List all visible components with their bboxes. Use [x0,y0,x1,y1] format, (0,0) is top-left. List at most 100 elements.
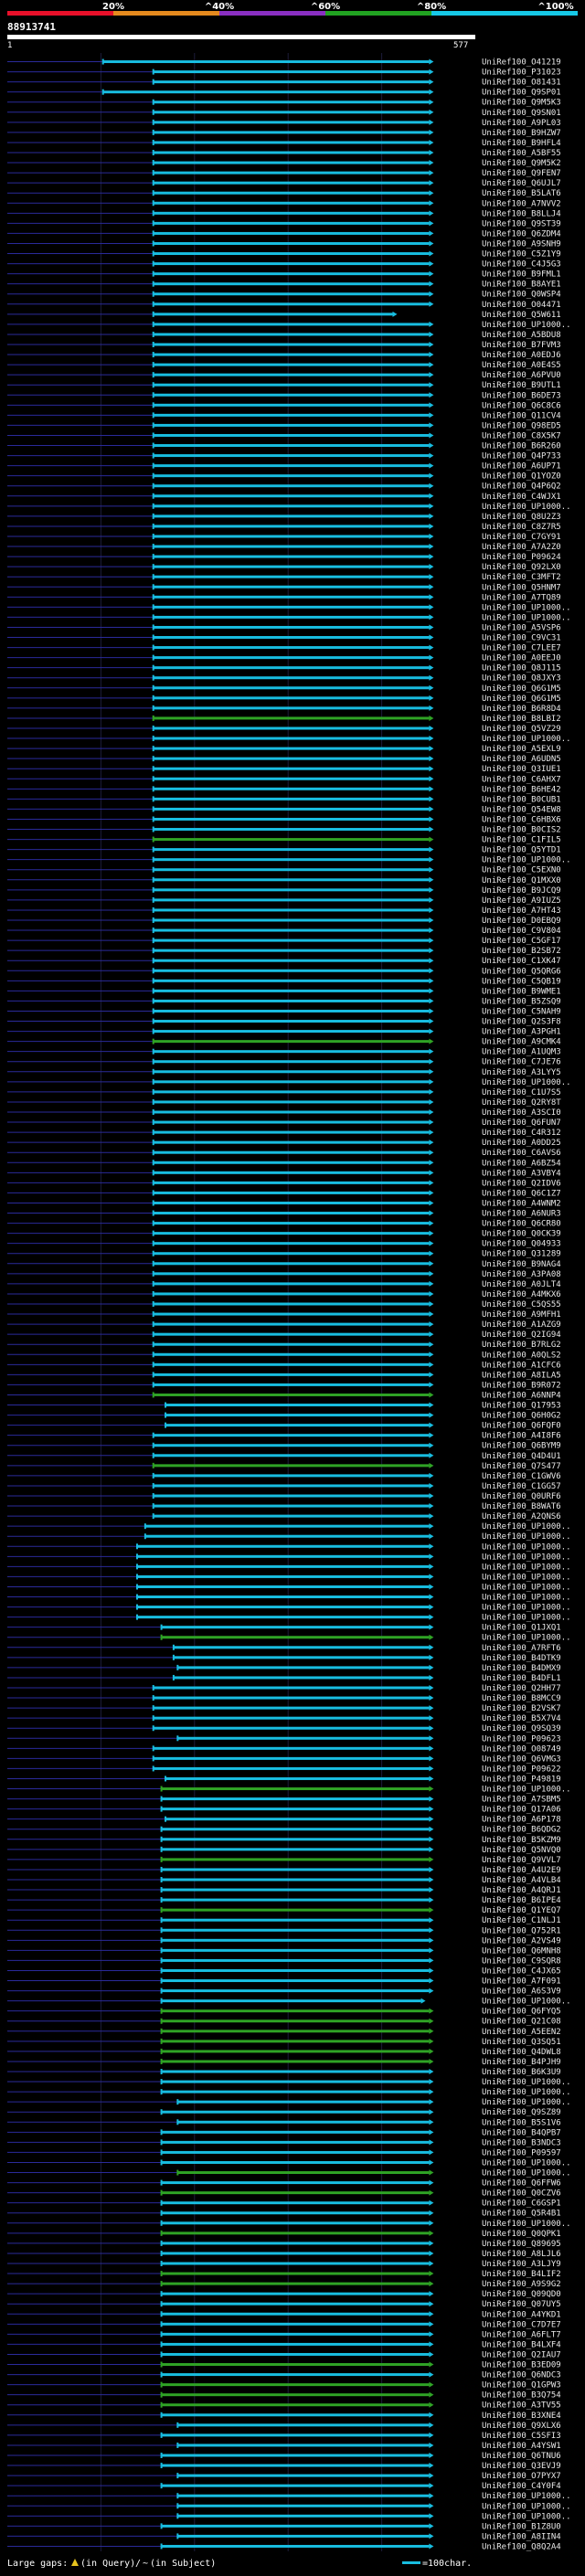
hit-label[interactable]: UniRef100_Q6UJL7 [482,179,561,188]
hit-label[interactable]: UniRef100_C5Z1Y9 [482,250,561,260]
hit-label[interactable]: UniRef100_Q6G1M5 [482,684,561,694]
hit-label[interactable]: UniRef100_UP1000.. [482,1553,571,1562]
hit-label[interactable]: UniRef100_C7LEE7 [482,644,561,653]
hit-label[interactable]: UniRef100_Q54EW8 [482,805,561,814]
hit-label[interactable]: UniRef100_A6FLT7 [482,2330,561,2339]
hit-label[interactable]: UniRef100_UP1000.. [482,613,571,622]
hit-label[interactable]: UniRef100_Q9SN01 [482,109,561,118]
hit-label[interactable]: UniRef100_A4YKD1 [482,2310,561,2319]
hit-label[interactable]: UniRef100_O41219 [482,58,561,68]
hit-label[interactable]: UniRef100_A6UP71 [482,462,561,472]
hit-label[interactable]: UniRef100_Q07UY5 [482,2300,561,2309]
hit-label[interactable]: UniRef100_B7FVM3 [482,341,561,350]
hit-label[interactable]: UniRef100_C4JX65 [482,1966,561,1976]
hit-label[interactable]: UniRef100_A1AZG9 [482,1320,561,1330]
hit-label[interactable]: UniRef100_Q0CK39 [482,1230,561,1239]
hit-label[interactable]: UniRef100_C5SFI3 [482,2432,561,2441]
hit-label[interactable]: UniRef100_C9V804 [482,927,561,936]
hit-label[interactable]: UniRef100_A6S3V9 [482,1988,561,1997]
hit-label[interactable]: UniRef100_Q9SZ89 [482,2108,561,2117]
hit-label[interactable]: UniRef100_UP1000.. [482,1614,571,1623]
hit-label[interactable]: UniRef100_A7HT43 [482,906,561,916]
hit-label[interactable]: UniRef100_A6BZ54 [482,1159,561,1168]
hit-label[interactable]: UniRef100_C6AHX7 [482,775,561,784]
hit-label[interactable]: UniRef100_B9R072 [482,1381,561,1390]
hit-label[interactable]: UniRef100_C6HBX6 [482,815,561,824]
hit-label[interactable]: UniRef100_C7D7E7 [482,2320,561,2329]
hit-label[interactable]: UniRef100_Q8JXY3 [482,674,561,684]
hit-label[interactable]: UniRef100_B4LIF2 [482,2270,561,2279]
hit-label[interactable]: UniRef100_A7TQ89 [482,593,561,602]
hit-label[interactable]: UniRef100_Q11CV4 [482,411,561,420]
hit-label[interactable]: UniRef100_P09624 [482,553,561,562]
hit-label[interactable]: UniRef100_P09597 [482,2148,561,2157]
hit-label[interactable]: UniRef100_Q6TNU6 [482,2452,561,2461]
hit-label[interactable]: UniRef100_C6GSP1 [482,2200,561,2209]
hit-label[interactable]: UniRef100_B9HZW7 [482,129,561,138]
hit-label[interactable]: UniRef100_Q5R4B1 [482,2210,561,2219]
hit-label[interactable]: UniRef100_C5QS55 [482,1300,561,1309]
hit-label[interactable]: UniRef100_Q4DWL8 [482,2048,561,2057]
hit-label[interactable]: UniRef100_Q6CR80 [482,1220,561,1229]
hit-label[interactable]: UniRef100_UP1000.. [482,2088,571,2097]
hit-label[interactable]: UniRef100_Q9ST39 [482,219,561,228]
hit-label[interactable]: UniRef100_B4QPB7 [482,2128,561,2137]
hit-label[interactable]: UniRef100_Q9VVL7 [482,1856,561,1865]
hit-label[interactable]: UniRef100_B5ZSQ9 [482,997,561,1006]
hit-label[interactable]: UniRef100_Q2IDV6 [482,1179,561,1188]
hit-label[interactable]: UniRef100_O04471 [482,301,561,310]
hit-label[interactable]: UniRef100_A3LJY9 [482,2260,561,2269]
hit-label[interactable]: UniRef100_Q8Q2A4 [482,2542,561,2551]
hit-label[interactable]: UniRef100_B6R260 [482,442,561,451]
hit-label[interactable]: UniRef100_Q0WSP4 [482,291,561,300]
hit-label[interactable]: UniRef100_C1XK47 [482,957,561,966]
hit-label[interactable]: UniRef100_Q1YOZ0 [482,472,561,482]
hit-label[interactable]: UniRef100_D0EBQ9 [482,917,561,926]
hit-label[interactable]: UniRef100_A5BDU8 [482,331,561,340]
hit-label[interactable]: UniRef100_UP1000.. [482,2492,571,2501]
hit-label[interactable]: UniRef100_P49819 [482,1775,561,1784]
hit-label[interactable]: UniRef100_B4DTK9 [482,1654,561,1663]
hit-label[interactable]: UniRef100_Q9SQ39 [482,1724,561,1733]
hit-label[interactable]: UniRef100_A6NUR3 [482,1210,561,1219]
hit-label[interactable]: UniRef100_A6P178 [482,1816,561,1825]
hit-label[interactable]: UniRef100_P09622 [482,1765,561,1774]
hit-label[interactable]: UniRef100_Q1YEQ7 [482,1906,561,1915]
hit-label[interactable]: UniRef100_A0E4S5 [482,361,561,370]
hit-label[interactable]: UniRef100_Q1MXX0 [482,876,561,885]
hit-label[interactable]: UniRef100_Q6H0G2 [482,1412,561,1421]
hit-label[interactable]: UniRef100_A0EDJ6 [482,351,561,360]
hit-label[interactable]: UniRef100_Q5VZ29 [482,725,561,734]
hit-label[interactable]: UniRef100_B3XNE4 [482,2412,561,2421]
hit-label[interactable]: UniRef100_UP1000.. [482,2512,571,2521]
hit-label[interactable]: UniRef100_B4PJH9 [482,2058,561,2067]
hit-label[interactable]: UniRef100_C7GY91 [482,533,561,542]
hit-label[interactable]: UniRef100_Q3EVJ9 [482,2462,561,2471]
hit-label[interactable]: UniRef100_C1NLJ1 [482,1916,561,1925]
hit-label[interactable]: UniRef100_UP1000.. [482,503,571,512]
hit-label[interactable]: UniRef100_UP1000.. [482,1532,571,1542]
hit-label[interactable]: UniRef100_C1U7S5 [482,1088,561,1097]
hit-label[interactable]: UniRef100_A4I8F6 [482,1432,561,1441]
hit-label[interactable]: UniRef100_B5KZM9 [482,1836,561,1845]
hit-label[interactable]: UniRef100_Q752R1 [482,1926,561,1935]
hit-label[interactable]: UniRef100_A4YSW1 [482,2442,561,2451]
hit-label[interactable]: UniRef100_A6NNP4 [482,1391,561,1400]
hit-label[interactable]: UniRef100_Q7S477 [482,1462,561,1471]
hit-label[interactable]: UniRef100_B8WAT6 [482,1502,561,1511]
hit-label[interactable]: UniRef100_C8X5K7 [482,431,561,440]
hit-label[interactable]: UniRef100_Q6G1M5 [482,694,561,704]
hit-label[interactable]: UniRef100_UP1000.. [482,1786,571,1795]
hit-label[interactable]: UniRef100_B5X7V4 [482,1714,561,1723]
hit-label[interactable]: UniRef100_UP1000.. [482,2169,571,2178]
hit-label[interactable]: UniRef100_B0CUB1 [482,795,561,804]
hit-label[interactable]: UniRef100_Q2S3F8 [482,1018,561,1027]
hit-label[interactable]: UniRef100_Q4D4U1 [482,1452,561,1461]
hit-label[interactable]: UniRef100_Q9M5K2 [482,159,561,168]
hit-label[interactable]: UniRef100_Q21C08 [482,2018,561,2027]
hit-label[interactable]: UniRef100_B4LXF4 [482,2340,561,2349]
hit-label[interactable]: UniRef100_Q92LX0 [482,563,561,572]
hit-label[interactable]: UniRef100_Q6C1Z7 [482,1189,561,1198]
hit-label[interactable]: UniRef100_A7F091 [482,1977,561,1987]
hit-label[interactable]: UniRef100_Q6FUN7 [482,1118,561,1128]
